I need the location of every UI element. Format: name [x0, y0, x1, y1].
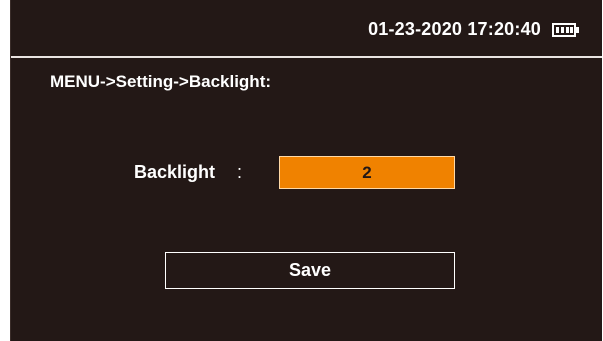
backlight-value-field[interactable]: 2 [279, 156, 455, 189]
save-button[interactable]: Save [165, 252, 455, 289]
datetime-display: 01-23-2020 17:20:40 [368, 19, 541, 39]
backlight-label-colon: : [237, 162, 243, 182]
backlight-label: Backlight [134, 162, 216, 182]
status-bar: 01-23-2020 17:20:40 [11, 0, 602, 58]
battery-full-icon [552, 23, 580, 37]
breadcrumb: MENU->Setting->Backlight: [50, 72, 272, 91]
device-screen: 01-23-2020 17:20:40 MENU->Setting->Backl… [10, 0, 602, 341]
